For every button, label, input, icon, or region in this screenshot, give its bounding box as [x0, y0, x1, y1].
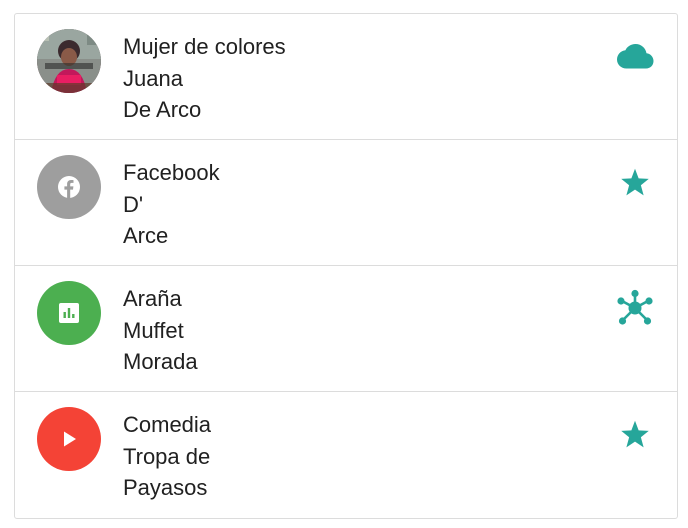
bubble-chart-icon[interactable]: [615, 288, 655, 328]
item-title: Araña: [123, 286, 182, 311]
item-title: Comedia: [123, 412, 212, 437]
list-item[interactable]: Mujer de colores Juana De Arco: [15, 14, 677, 140]
item-line-3: Arce: [123, 223, 169, 248]
list-item[interactable]: Araña Muffet Morada: [15, 266, 677, 392]
star-icon[interactable]: [615, 162, 655, 202]
item-title: Mujer de colores: [123, 34, 286, 59]
item-line-3: Morada: [123, 349, 198, 374]
item-line-3: Payasos: [123, 475, 208, 500]
photo-avatar-image: [37, 29, 101, 93]
item-line-2: Tropa de: [123, 443, 211, 469]
item-line-2: D': [123, 191, 144, 217]
item-line-2: Muffet: [123, 317, 184, 343]
cloud-icon[interactable]: [615, 36, 655, 76]
avatar: [37, 29, 101, 93]
item-text: Mujer de colores Juana De Arco: [123, 31, 286, 126]
list-item[interactable]: Comedia Tropa de Payasos: [15, 392, 677, 518]
play-icon: [64, 431, 76, 447]
item-line-2: Juana: [123, 65, 183, 91]
item-text: Facebook D' Arce: [123, 157, 220, 252]
avatar: [37, 407, 101, 471]
collection-list: Mujer de colores Juana De Arco Facebook …: [14, 13, 678, 519]
star-icon[interactable]: [615, 414, 655, 454]
facebook-icon: [58, 176, 80, 198]
avatar: [37, 281, 101, 345]
item-text: Comedia Tropa de Payasos: [123, 409, 211, 504]
list-item[interactable]: Facebook D' Arce: [15, 140, 677, 266]
item-title: Facebook: [123, 160, 220, 185]
item-text: Araña Muffet Morada: [123, 283, 198, 378]
bar-chart-icon: [59, 303, 79, 323]
avatar: [37, 155, 101, 219]
item-line-3: De Arco: [123, 97, 202, 122]
